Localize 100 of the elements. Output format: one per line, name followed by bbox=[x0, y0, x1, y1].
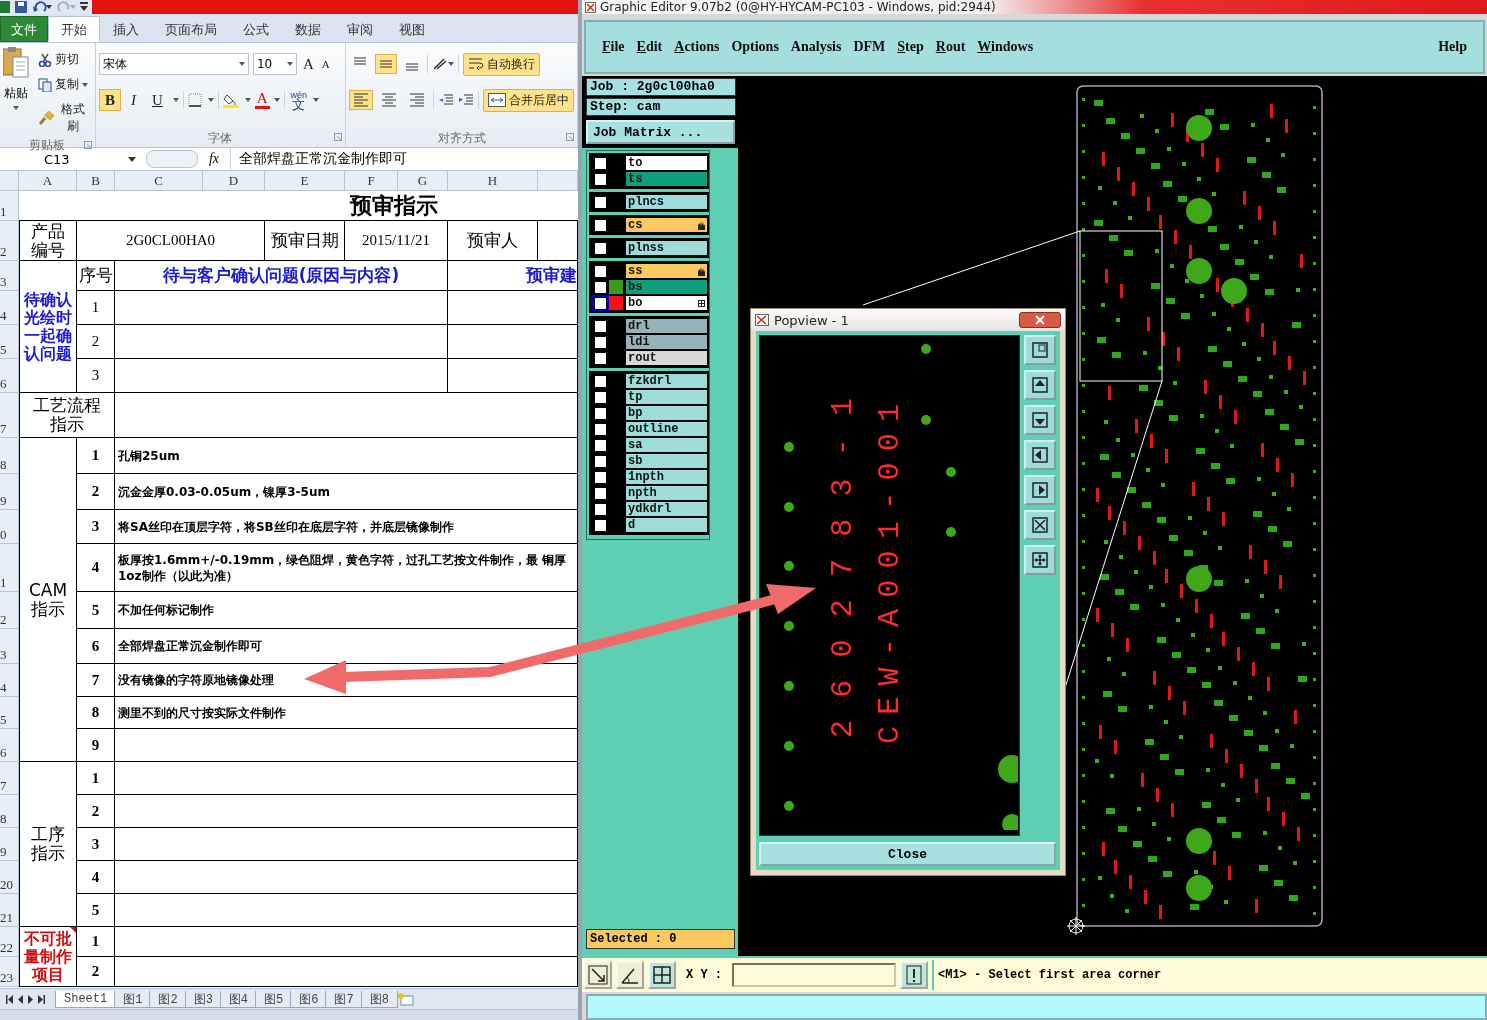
insert-function-button[interactable]: fx bbox=[204, 151, 224, 167]
menu-item[interactable]: Windows bbox=[971, 39, 1040, 55]
format-painter-button[interactable]: 格式刷 bbox=[35, 99, 92, 137]
row-header[interactable]: 23 bbox=[0, 957, 19, 987]
menu-item[interactable]: DFM bbox=[847, 39, 892, 55]
zoom-area-button[interactable] bbox=[584, 961, 612, 989]
layer-checkbox[interactable] bbox=[594, 375, 606, 387]
menu-item[interactable]: File bbox=[596, 39, 631, 55]
menu-item[interactable]: Options bbox=[725, 39, 785, 55]
layer-name[interactable]: 1npth bbox=[626, 470, 707, 484]
layer-checkbox[interactable] bbox=[594, 455, 606, 467]
last-sheet-icon[interactable] bbox=[38, 994, 45, 1004]
layer-checkbox[interactable] bbox=[594, 519, 606, 531]
row-header[interactable]: 1 bbox=[0, 544, 19, 592]
copy-button[interactable]: 复制 bbox=[35, 74, 92, 95]
sheet-tab[interactable]: 图3 bbox=[184, 990, 222, 1008]
view-button[interactable] bbox=[1024, 545, 1056, 575]
layer-checkbox[interactable] bbox=[594, 196, 606, 208]
row-header[interactable]: 4 bbox=[0, 291, 19, 325]
layer-name[interactable]: drl bbox=[626, 319, 707, 333]
layer-name[interactable]: plnss bbox=[626, 241, 707, 255]
row-header[interactable]: 8 bbox=[0, 795, 19, 828]
layer-name[interactable]: plncs bbox=[626, 195, 707, 209]
row-header[interactable]: 9 bbox=[0, 828, 19, 861]
phonetic-button[interactable]: wén 文 bbox=[288, 90, 310, 110]
sheet-tab[interactable]: 图8 bbox=[360, 990, 398, 1008]
alert-button[interactable] bbox=[900, 961, 928, 989]
row-header[interactable]: 3 bbox=[0, 261, 19, 291]
italic-button[interactable]: I bbox=[124, 89, 142, 111]
row-header[interactable]: 6 bbox=[0, 359, 19, 393]
column-header[interactable]: F bbox=[345, 171, 398, 191]
menu-item[interactable]: Actions bbox=[668, 39, 726, 55]
menu-item[interactable]: Help bbox=[1432, 39, 1473, 55]
fill-color-icon[interactable] bbox=[222, 92, 241, 108]
menu-item[interactable]: Analysis bbox=[784, 39, 848, 55]
layer-checkbox[interactable] bbox=[594, 407, 606, 419]
save-icon[interactable] bbox=[14, 1, 28, 13]
column-header[interactable]: A bbox=[19, 171, 77, 191]
layer-name[interactable]: ss bbox=[626, 264, 707, 278]
layer-checkbox[interactable] bbox=[594, 242, 606, 254]
layer-name[interactable]: ts bbox=[626, 172, 707, 186]
row-header[interactable]: 22 bbox=[0, 927, 19, 957]
row-header[interactable]: 3 bbox=[0, 629, 19, 664]
column-header[interactable]: H bbox=[448, 171, 538, 191]
font-color-button[interactable]: A bbox=[254, 91, 270, 109]
bold-button[interactable]: B bbox=[98, 89, 121, 111]
layer-checkbox[interactable] bbox=[594, 297, 606, 309]
ribbon-tab[interactable]: 插入 bbox=[100, 16, 152, 42]
first-sheet-icon[interactable] bbox=[6, 994, 13, 1004]
view-button[interactable] bbox=[1024, 475, 1056, 505]
row-header[interactable]: 9 bbox=[0, 474, 19, 510]
close-button[interactable]: Close bbox=[759, 842, 1056, 866]
view-button[interactable] bbox=[1024, 510, 1056, 540]
row-header[interactable]: 5 bbox=[0, 697, 19, 729]
ribbon-tab[interactable]: 页面布局 bbox=[152, 16, 230, 42]
view-button[interactable] bbox=[1024, 440, 1056, 470]
close-button[interactable] bbox=[1019, 312, 1061, 328]
column-header[interactable]: C bbox=[115, 171, 203, 191]
layer-name[interactable]: bo bbox=[626, 296, 707, 310]
view-button[interactable] bbox=[1024, 335, 1056, 365]
layer-checkbox[interactable] bbox=[594, 423, 606, 435]
font-name-dropdown[interactable]: 宋体 bbox=[98, 53, 249, 75]
previous-sheet-icon[interactable] bbox=[18, 994, 23, 1004]
menu-item[interactable]: Edit bbox=[630, 39, 669, 55]
layer-checkbox[interactable] bbox=[594, 471, 606, 483]
layer-checkbox[interactable] bbox=[594, 503, 606, 515]
row-header[interactable]: 2 bbox=[0, 221, 19, 261]
layer-name[interactable]: bp bbox=[626, 406, 707, 420]
sheet-tab[interactable]: 图2 bbox=[149, 990, 187, 1008]
ribbon-tab[interactable]: 视图 bbox=[386, 16, 438, 42]
sheet-tab[interactable]: 图1 bbox=[114, 990, 152, 1008]
underline-button[interactable]: U bbox=[145, 89, 169, 111]
row-header[interactable]: 20 bbox=[0, 861, 19, 894]
layer-checkbox[interactable] bbox=[594, 281, 606, 293]
sheet-tab[interactable]: 图4 bbox=[219, 990, 258, 1008]
sheet-tab[interactable]: 图5 bbox=[255, 990, 293, 1008]
view-button[interactable] bbox=[1024, 405, 1056, 435]
align-left-button[interactable] bbox=[349, 90, 373, 110]
layer-name[interactable]: rout bbox=[626, 351, 707, 365]
undo-icon[interactable] bbox=[32, 1, 52, 13]
layer-name[interactable]: fzkdrl bbox=[626, 374, 707, 388]
column-header[interactable]: D bbox=[203, 171, 265, 191]
view-button[interactable] bbox=[1024, 370, 1056, 400]
layer-checkbox[interactable] bbox=[594, 265, 606, 277]
name-box[interactable]: C13 bbox=[0, 151, 140, 167]
merge-center-button[interactable]: 合并后居中 bbox=[483, 88, 574, 112]
layer-checkbox[interactable] bbox=[594, 157, 606, 169]
row-header[interactable]: 7 bbox=[0, 762, 19, 795]
measure-button[interactable] bbox=[616, 961, 644, 989]
row-header[interactable]: 4 bbox=[0, 664, 19, 697]
menu-item[interactable]: Rout bbox=[929, 39, 972, 55]
grow-font-button[interactable]: A bbox=[300, 55, 316, 73]
row-header[interactable]: 7 bbox=[0, 393, 19, 438]
orientation-icon[interactable] bbox=[432, 57, 454, 71]
layer-name[interactable]: ydkdrl bbox=[626, 502, 707, 516]
row-header[interactable]: 6 bbox=[0, 729, 19, 762]
layer-checkbox[interactable] bbox=[594, 336, 606, 348]
formula-bar-handle[interactable] bbox=[146, 150, 198, 168]
increase-indent-icon[interactable] bbox=[458, 93, 474, 107]
menu-item[interactable]: Step bbox=[891, 39, 930, 55]
